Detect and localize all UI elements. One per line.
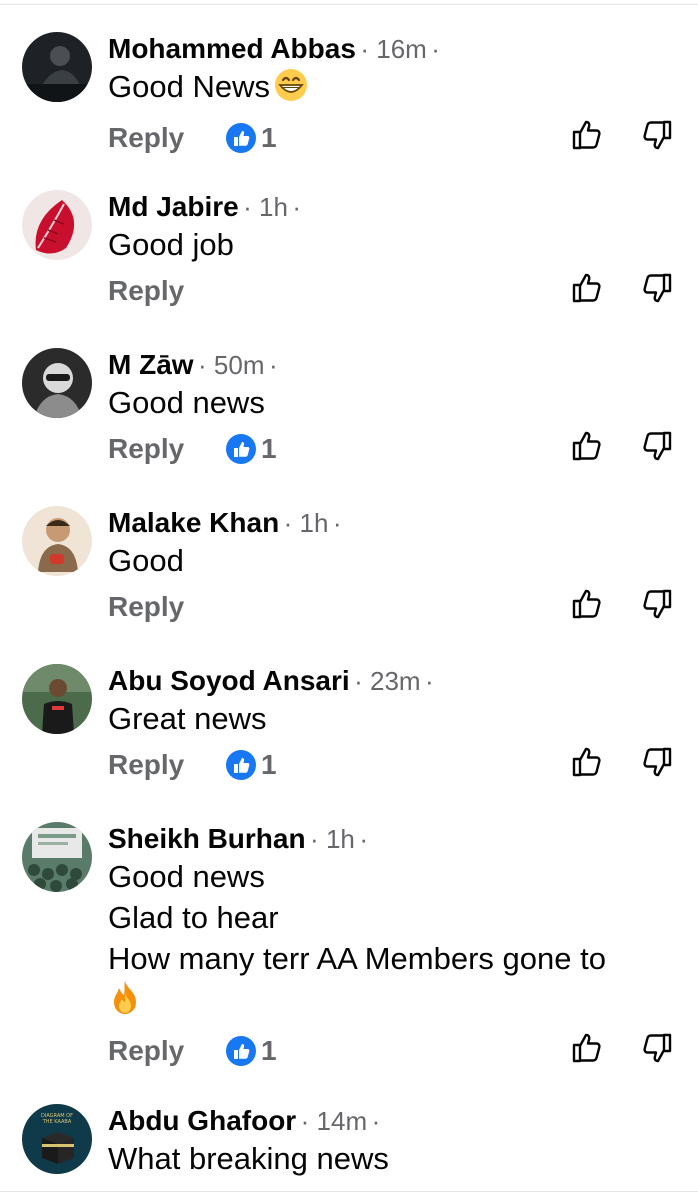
- reaction-summary[interactable]: 1: [226, 433, 277, 465]
- avatar[interactable]: [22, 348, 92, 418]
- reaction-summary[interactable]: 1: [226, 749, 277, 781]
- upvote-icon[interactable]: [570, 1031, 604, 1065]
- comment-text-line: How many terr AA Members gone to: [108, 941, 606, 976]
- comment-text: What breaking news: [108, 1141, 389, 1176]
- like-count: 1: [261, 749, 277, 780]
- like-reaction-icon: [226, 1036, 256, 1066]
- avatar[interactable]: [22, 32, 92, 102]
- comment-timestamp[interactable]: 1h: [300, 508, 329, 538]
- reply-button[interactable]: Reply: [108, 589, 184, 625]
- comment-timestamp[interactable]: 1h: [326, 824, 355, 854]
- comment-text: Good: [108, 543, 184, 578]
- like-reaction-icon: [226, 750, 256, 780]
- like-count: 1: [261, 122, 277, 153]
- upvote-icon[interactable]: [570, 587, 604, 621]
- commenter-name[interactable]: Abu Soyod Ansari: [108, 665, 350, 696]
- avatar[interactable]: [22, 506, 92, 576]
- comment-timestamp[interactable]: 16m: [376, 34, 427, 64]
- like-count: 1: [261, 433, 277, 464]
- comment-timestamp[interactable]: 23m: [370, 666, 421, 696]
- downvote-icon[interactable]: [640, 1031, 674, 1065]
- reply-button[interactable]: Reply: [108, 273, 184, 309]
- upvote-icon[interactable]: [570, 271, 604, 305]
- commenter-name[interactable]: Md Jabire: [108, 191, 239, 222]
- comment-text: Good job: [108, 227, 234, 262]
- comment-text-line: Glad to hear: [108, 900, 279, 935]
- comment-timestamp[interactable]: 50m: [214, 350, 265, 380]
- comment-text-line: [108, 979, 668, 1025]
- commenter-name[interactable]: Malake Khan: [108, 507, 279, 538]
- bottom-divider: [0, 1191, 698, 1192]
- comment-timestamp[interactable]: 1h: [259, 192, 288, 222]
- upvote-icon[interactable]: [570, 118, 604, 152]
- reply-button[interactable]: Reply: [108, 431, 184, 467]
- avatar[interactable]: [22, 190, 92, 260]
- downvote-icon[interactable]: [640, 118, 674, 152]
- avatar[interactable]: [22, 822, 92, 892]
- svg-text:THE KAABA: THE KAABA: [42, 1119, 72, 1125]
- like-count: 1: [261, 1035, 277, 1066]
- commenter-name[interactable]: Sheikh Burhan: [108, 823, 306, 854]
- upvote-icon[interactable]: [570, 745, 604, 779]
- avatar[interactable]: DIAGRAM OF THE KAABA: [22, 1104, 92, 1174]
- commenter-name[interactable]: Mohammed Abbas: [108, 33, 356, 64]
- fire-emoji-icon: [108, 979, 142, 1025]
- comment-timestamp[interactable]: 14m: [317, 1106, 368, 1136]
- downvote-icon[interactable]: [640, 587, 674, 621]
- reaction-summary[interactable]: 1: [226, 122, 277, 154]
- reaction-summary[interactable]: 1: [226, 1035, 277, 1067]
- reply-button[interactable]: Reply: [108, 747, 184, 783]
- commenter-name[interactable]: Abdu Ghafoor: [108, 1105, 296, 1136]
- like-reaction-icon: [226, 434, 256, 464]
- grinning-face-emoji-icon: [274, 68, 308, 112]
- comment-text-line: Good news: [108, 859, 265, 894]
- downvote-icon[interactable]: [640, 745, 674, 779]
- reply-button[interactable]: Reply: [108, 1033, 184, 1069]
- reply-button[interactable]: Reply: [108, 120, 184, 156]
- commenter-name[interactable]: M Zāw: [108, 349, 194, 380]
- avatar[interactable]: [22, 664, 92, 734]
- comment-text: Good News: [108, 66, 668, 112]
- comment-text: Great news: [108, 701, 267, 736]
- like-reaction-icon: [226, 123, 256, 153]
- upvote-icon[interactable]: [570, 429, 604, 463]
- comment-text: Good news: [108, 385, 265, 420]
- downvote-icon[interactable]: [640, 271, 674, 305]
- top-divider: [0, 4, 698, 5]
- downvote-icon[interactable]: [640, 429, 674, 463]
